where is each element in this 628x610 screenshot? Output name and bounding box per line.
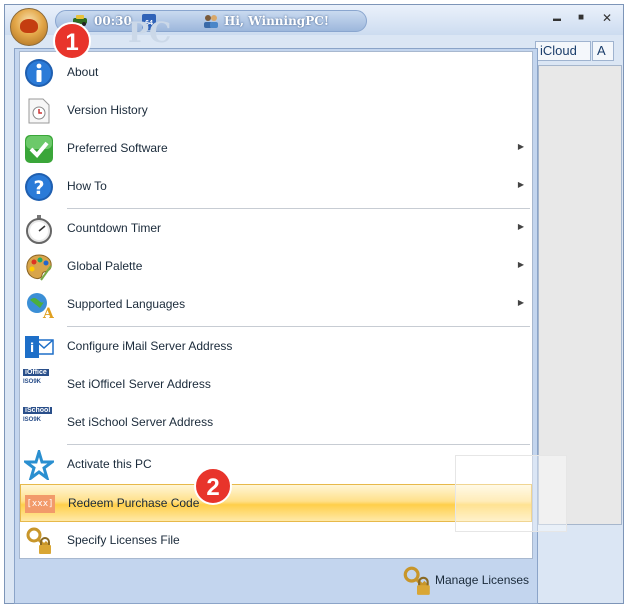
languages-icon: A [23, 289, 55, 321]
step-badge-2: 2 [194, 467, 232, 505]
title-pill: 00:30 64 Hi, WinningPC! [55, 10, 367, 32]
step-badge-1: 1 [53, 22, 91, 60]
star-icon [23, 449, 55, 481]
submenu-arrow-icon: ▶ [517, 142, 524, 151]
mail-icon: i [23, 331, 55, 363]
maximize-button[interactable]: ■ [571, 12, 591, 23]
menu-item-label: Activate this PC [67, 457, 152, 471]
submenu-arrow-icon: ▶ [517, 260, 524, 269]
orb-logo-icon [20, 19, 38, 33]
stopwatch-icon [23, 213, 55, 245]
menu-item-label: Global Palette [67, 259, 143, 273]
manage-licenses-label: Manage Licenses [435, 573, 530, 587]
menu-item-label: Specify Licenses File [67, 533, 180, 547]
menu-item-label: Version History [67, 103, 148, 117]
submenu-arrow-icon: ▶ [517, 222, 524, 231]
tab-icloud[interactable]: iCloud [535, 41, 591, 61]
menu-item-label: Configure iMail Server Address [67, 339, 233, 353]
menu-item-preferred-software[interactable]: Preferred Software ▶ [20, 130, 532, 168]
menu-item-label: Redeem Purchase Code [68, 496, 200, 510]
menu-item-countdown-timer[interactable]: Countdown Timer ▶ [20, 210, 532, 248]
close-button[interactable]: ✕ [597, 11, 617, 25]
ioffice-icon: iOffice ISO9K [23, 369, 55, 401]
menu-item-label: How To [67, 179, 107, 193]
menu-separator [67, 208, 530, 209]
menu-item-label: About [67, 65, 99, 79]
menu-item-set-ischool[interactable]: iSchool ISO9K Set iSchool Server Address [20, 404, 532, 442]
help-icon: ? [23, 171, 55, 203]
menu-separator [67, 444, 530, 445]
timer-text: 00:30 [94, 14, 132, 28]
ischool-tag: iSchool [23, 407, 53, 414]
code-glyph: [xxx] [25, 495, 55, 513]
ioffice-tag: iOffice [23, 369, 49, 376]
minimize-button[interactable]: ▬ [547, 14, 567, 23]
watermark-box [455, 455, 567, 532]
svg-text:A: A [42, 306, 54, 320]
svg-text:i: i [30, 341, 34, 355]
clock-document-icon [23, 95, 55, 127]
menu-item-configure-imail[interactable]: i Configure iMail Server Address [20, 328, 532, 366]
info-icon [23, 57, 55, 89]
menu-item-global-palette[interactable]: Global Palette ▶ [20, 248, 532, 286]
iso-tag: ISO9K [23, 379, 42, 385]
menu-separator [67, 326, 530, 327]
checkmark-icon [23, 133, 55, 165]
menu-item-version-history[interactable]: Version History [20, 92, 532, 130]
svg-text:?: ? [33, 177, 44, 199]
menu-item-label: Countdown Timer [67, 221, 162, 235]
menu-item-how-to[interactable]: ? How To ▶ [20, 168, 532, 206]
submenu-arrow-icon: ▶ [517, 180, 524, 189]
menu-item-supported-languages[interactable]: A Supported Languages ▶ [20, 286, 532, 324]
menu-item-about[interactable]: About [20, 54, 532, 92]
menu-item-label: Preferred Software [67, 141, 168, 155]
code-icon: [xxx] [24, 488, 56, 520]
tab-a[interactable]: A [592, 41, 614, 61]
key-lock-icon [23, 525, 55, 557]
menu-item-label: Set iSchool Server Address [67, 415, 214, 429]
iso-tag: ISO9K [23, 417, 42, 423]
palette-icon [23, 251, 55, 283]
title-bar: 00:30 64 Hi, WinningPC! ▬ ■ ✕ [5, 5, 623, 35]
watermark-text: PC [128, 16, 172, 49]
menu-item-label: Set iOfficeI Server Address [67, 377, 211, 391]
manage-licenses-button[interactable]: Manage Licenses [401, 565, 533, 597]
key-lock-icon [401, 565, 433, 597]
app-menu-orb-button[interactable] [10, 8, 48, 46]
submenu-arrow-icon: ▶ [517, 298, 524, 307]
menu-item-label: Supported Languages [67, 297, 186, 311]
greeting-text: Hi, WinningPC! [224, 14, 330, 28]
ischool-icon: iSchool ISO9K [23, 407, 55, 439]
users-icon [202, 13, 220, 29]
menu-item-set-ioffice[interactable]: iOffice ISO9K Set iOfficeI Server Addres… [20, 366, 532, 404]
